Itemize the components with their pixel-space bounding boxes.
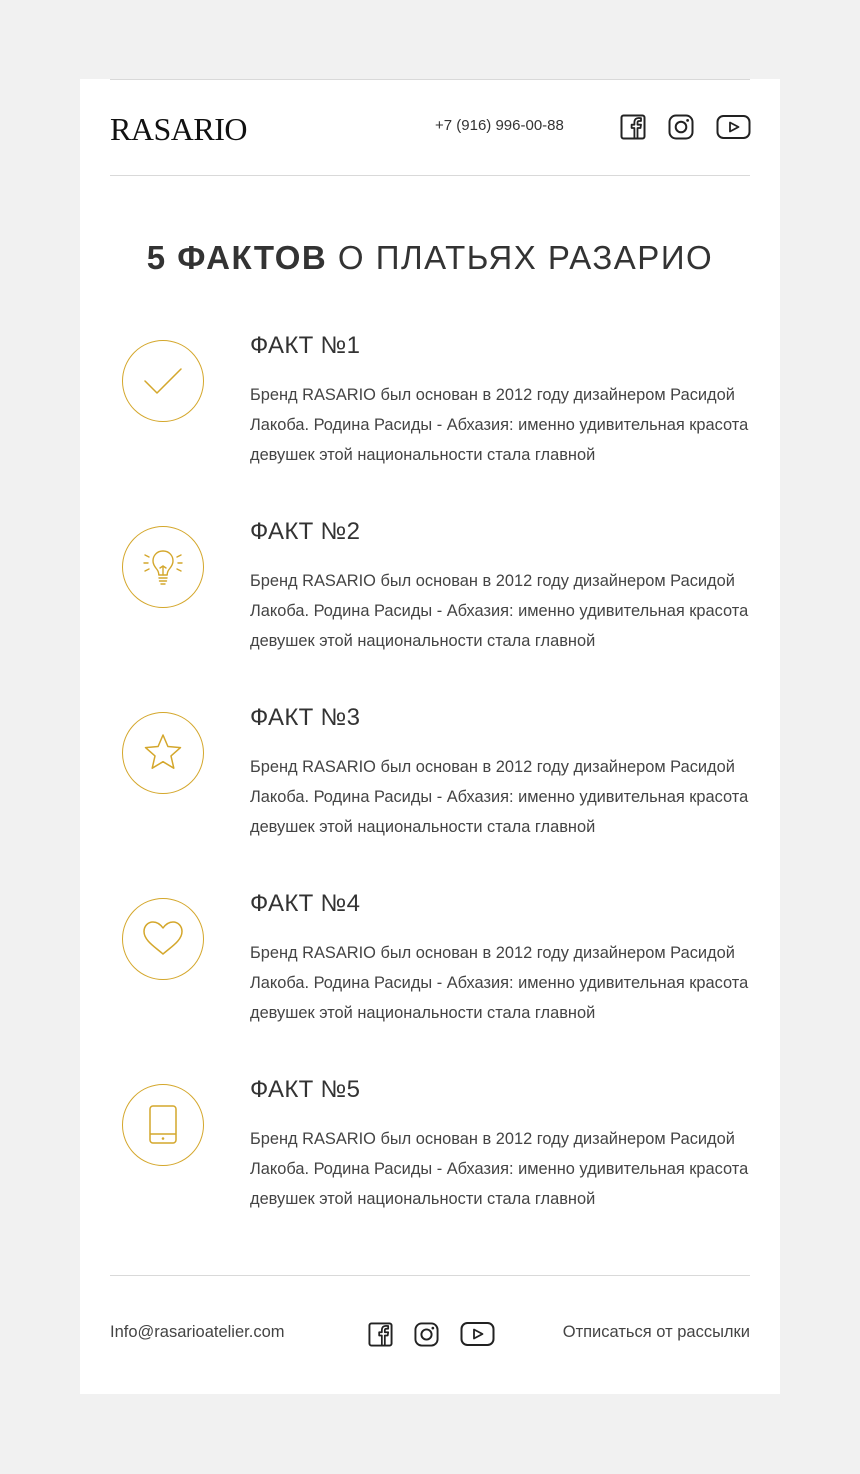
fact-text: Бренд RASARIO был основан в 2012 году ди… (250, 944, 749, 1022)
title-bold: 5 ФАКТОВ (146, 239, 328, 276)
fact-text: Бренд RASARIO был основан в 2012 году ди… (250, 1130, 749, 1208)
phone-link[interactable]: +7 (916) 996-00-88 (435, 117, 564, 134)
star-icon (144, 734, 182, 769)
fact-title: ФАКТ №5 (250, 1076, 361, 1103)
footer-divider (110, 1275, 750, 1276)
instagram-icon[interactable] (414, 1321, 439, 1347)
fact-title: ФАКТ №4 (250, 890, 361, 917)
top-divider (110, 79, 750, 80)
youtube-icon[interactable] (460, 1321, 495, 1347)
tablet-icon (149, 1105, 177, 1144)
fact-text: Бренд RASARIO был основан в 2012 году ди… (250, 386, 749, 464)
checkmark-icon (144, 368, 182, 394)
brand-logo[interactable]: RASARIO (110, 111, 247, 148)
footer-social (368, 1321, 495, 1347)
fact-title: ФАКТ №1 (250, 332, 361, 359)
page-title: 5 ФАКТОВ О ПЛАТЬЯХ РАЗАРИО (80, 239, 780, 277)
fact-item-2: ФАКТ №2 Бренд RASARIO был основан в 2012… (80, 518, 780, 686)
fact-icon-circle (122, 712, 204, 794)
fact-icon-circle (122, 1084, 204, 1166)
unsubscribe-link[interactable]: Отписаться от рассылки (563, 1323, 750, 1342)
email-card: RASARIO +7 (916) 996-00-88 5 ФАКТОВ О ПЛ… (80, 79, 780, 1394)
fact-item-5: ФАКТ №5 Бренд RASARIO был основан в 2012… (80, 1076, 780, 1244)
lightbulb-icon (143, 550, 183, 585)
fact-item-1: ФАКТ №1 Бренд RASARIO был основан в 2012… (80, 332, 780, 500)
facebook-icon[interactable] (368, 1321, 393, 1347)
title-rest: О ПЛАТЬЯХ РАЗАРИО (327, 239, 714, 276)
fact-title: ФАКТ №2 (250, 518, 361, 545)
header-divider (110, 175, 750, 176)
fact-title: ФАКТ №3 (250, 704, 361, 731)
fact-item-3: ФАКТ №3 Бренд RASARIO был основан в 2012… (80, 704, 780, 872)
facebook-icon[interactable] (620, 114, 646, 140)
fact-text: Бренд RASARIO был основан в 2012 году ди… (250, 758, 749, 836)
fact-item-4: ФАКТ №4 Бренд RASARIO был основан в 2012… (80, 890, 780, 1058)
fact-icon-circle (122, 898, 204, 980)
instagram-icon[interactable] (668, 114, 694, 140)
fact-icon-circle (122, 526, 204, 608)
fact-icon-circle (122, 340, 204, 422)
youtube-icon[interactable] (716, 114, 751, 140)
fact-text: Бренд RASARIO был основан в 2012 году ди… (250, 572, 749, 650)
heart-icon (143, 921, 183, 955)
header-social (620, 114, 751, 140)
email-link[interactable]: Info@rasarioatelier.com (110, 1323, 285, 1342)
